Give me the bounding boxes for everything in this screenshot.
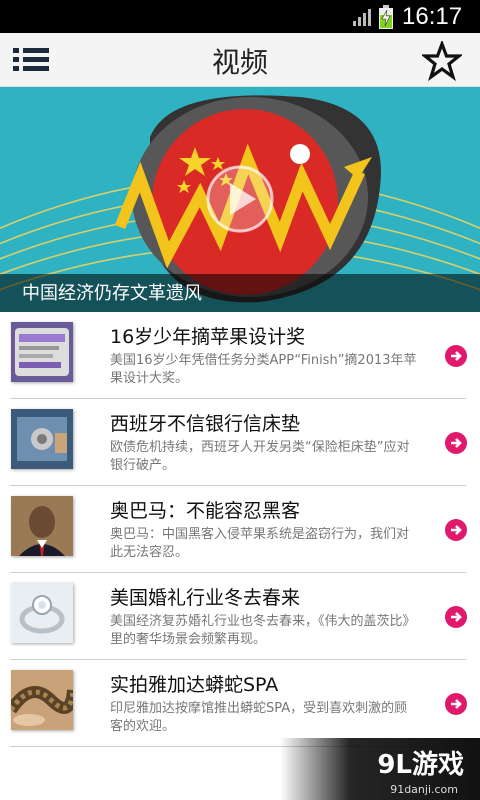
item-title: 西班牙不信银行信床垫: [110, 413, 301, 435]
status-bar: 16:17: [0, 0, 480, 33]
list-item[interactable]: 16岁少年摘苹果设计奖 美国16岁少年凭借任务分类APP“Finish”摘201…: [0, 312, 480, 399]
banner-caption: 中国经济仍存文革遗风: [22, 283, 202, 304]
item-description: 美国16岁少年凭借任务分类APP“Finish”摘2013年苹果设计大奖。: [110, 353, 417, 386]
item-title: 16岁少年摘苹果设计奖: [110, 326, 306, 348]
app-header: 视频: [0, 33, 480, 87]
thumbnail-safe-mattress: [11, 409, 73, 469]
clock: 16:17: [402, 3, 463, 30]
item-description: 印尼雅加达按摩馆推出蟒蛇SPA，受到喜欢刺激的顾客的欢迎。: [110, 701, 408, 734]
page-title: 视频: [211, 46, 268, 79]
star-icon[interactable]: [422, 41, 462, 81]
item-description: 欧债危机持续，西班牙人开发另类“保险柜床垫”应对银行破产。: [110, 440, 410, 473]
list-item[interactable]: 西班牙不信银行信床垫 欧债危机持续，西班牙人开发另类“保险柜床垫”应对银行破产。: [0, 399, 480, 486]
battery-charging-icon: [379, 5, 393, 29]
item-title: 实拍雅加达蟒蛇SPA: [110, 674, 279, 696]
arrow-right-icon[interactable]: [445, 432, 467, 454]
thumbnail-ring: [11, 583, 73, 643]
item-description: 奥巴马：中国黑客入侵苹果系统是盗窃行为，我们对此无法容忍。: [110, 527, 410, 560]
list-item[interactable]: 美国婚礼行业冬去春来 美国经济复苏婚礼行业也冬去春来，《伟大的盖茨比》里的奢华场…: [0, 573, 480, 660]
arrow-right-icon[interactable]: [445, 345, 467, 367]
thumbnail-python-spa: [11, 670, 73, 730]
arrow-right-icon[interactable]: [445, 519, 467, 541]
list-item[interactable]: 奥巴马：不能容忍黑客 奥巴马：中国黑客入侵苹果系统是盗窃行为，我们对此无法容忍。: [0, 486, 480, 573]
thumbnail-portrait: [11, 496, 73, 556]
watermark-logo: 9L游戏: [377, 750, 464, 780]
item-title: 奥巴马：不能容忍黑客: [110, 500, 301, 522]
item-title: 美国婚礼行业冬去春来: [110, 587, 301, 609]
watermark: 9L游戏 91danji.com: [280, 738, 480, 800]
item-description: 美国经济复苏婚礼行业也冬去春来，《伟大的盖茨比》里的奢华场景会频繁再现。: [110, 614, 416, 647]
watermark-url: 91danji.com: [390, 783, 458, 796]
signal-icon: [353, 9, 371, 26]
list-item[interactable]: 实拍雅加达蟒蛇SPA 印尼雅加达按摩馆推出蟒蛇SPA，受到喜欢刺激的顾客的欢迎。: [0, 660, 480, 747]
arrow-right-icon[interactable]: [445, 693, 467, 715]
featured-video-banner[interactable]: 中国经济仍存文革遗风: [0, 87, 480, 312]
news-list: 16岁少年摘苹果设计奖 美国16岁少年凭借任务分类APP“Finish”摘201…: [0, 312, 480, 747]
thumbnail-app-screenshot: [11, 322, 73, 382]
arrow-right-icon[interactable]: [445, 606, 467, 628]
